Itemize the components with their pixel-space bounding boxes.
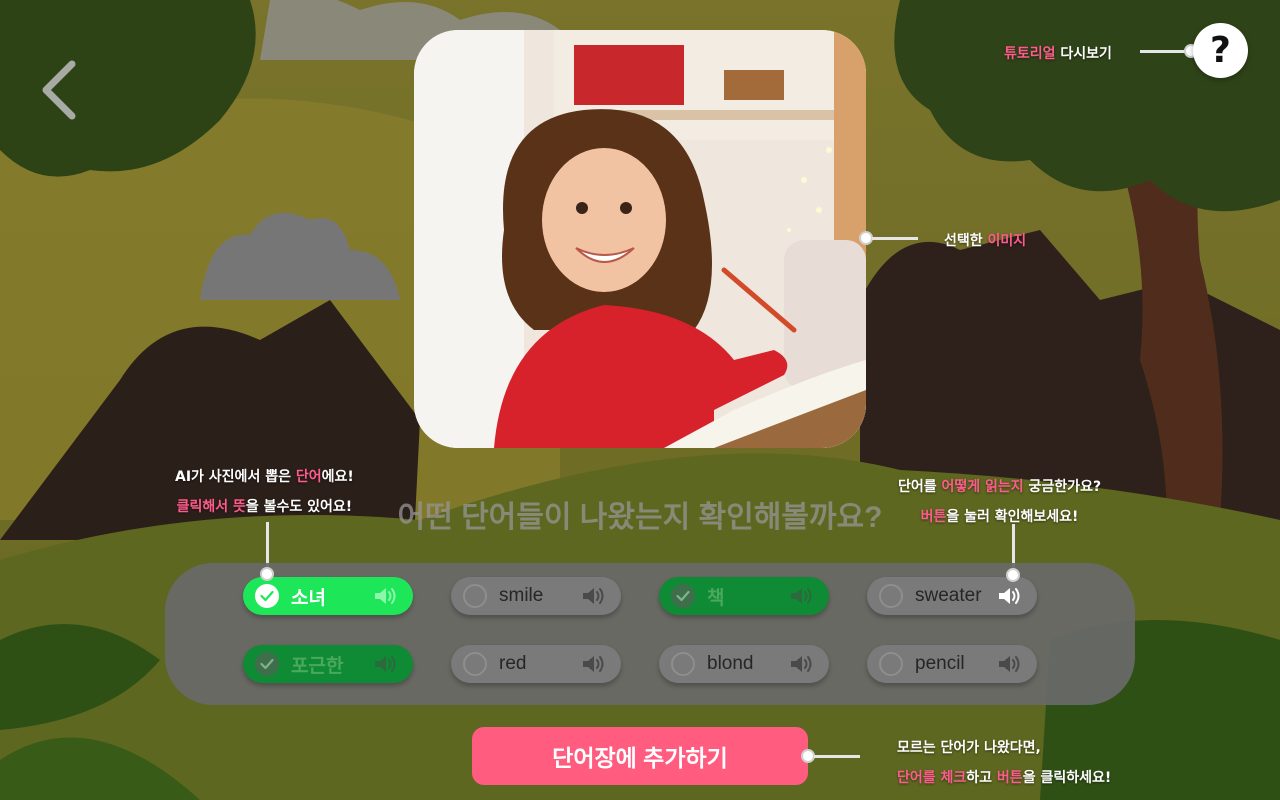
word-chip[interactable]: 소녀: [243, 577, 413, 615]
checkbox-icon[interactable]: [879, 652, 903, 676]
image-callout-pink: 이미지: [987, 233, 1027, 249]
ai-callout-text: AI가 사진에서 뽑은: [175, 469, 296, 485]
add-callout-text: 하고: [966, 770, 997, 786]
word-chip[interactable]: 포근한: [243, 645, 413, 683]
add-connector-dot: [801, 749, 815, 763]
word-label: 소녀: [291, 587, 326, 609]
question-mark-icon: ?: [1210, 29, 1231, 71]
word-label: 포근한: [291, 655, 344, 677]
add-callout-line1: 모르는 단어가 나왔다면,: [897, 740, 1041, 756]
speaker-icon[interactable]: [997, 585, 1023, 607]
speaker-icon[interactable]: [789, 585, 815, 607]
checkbox-icon[interactable]: [879, 584, 903, 608]
word-chip[interactable]: sweater: [867, 577, 1037, 615]
word-label: blond: [707, 653, 754, 674]
image-connector: [872, 237, 918, 240]
add-to-wordbook-button[interactable]: 단어장에 추가하기: [472, 727, 808, 785]
speaker-icon[interactable]: [581, 653, 607, 675]
checkbox-icon[interactable]: [463, 584, 487, 608]
speaker-icon[interactable]: [581, 585, 607, 607]
speaker-icon[interactable]: [373, 653, 399, 675]
speaker-icon[interactable]: [789, 653, 815, 675]
speaker-icon[interactable]: [373, 585, 399, 607]
add-callout: 모르는 단어가 나왔다면, 단어를 체크하고 버튼을 클릭하세요!: [897, 733, 1111, 793]
help-callout-label: 튜토리얼 다시보기: [1004, 43, 1112, 63]
question-heading: 어떤 단어들이 나왔는지 확인해볼까요?: [397, 501, 883, 534]
ai-connector-dot: [260, 567, 274, 581]
add-callout-text: 단어를 체크: [897, 770, 967, 786]
word-chip[interactable]: smile: [451, 577, 621, 615]
checkbox-icon[interactable]: [671, 652, 695, 676]
word-label: red: [499, 653, 527, 674]
help-label-white: 다시보기: [1055, 46, 1112, 62]
add-callout-text: 을 클릭하세요!: [1022, 770, 1112, 786]
image-connector-dot: [859, 231, 873, 245]
speaker-icon[interactable]: [997, 653, 1023, 675]
checkbox-icon[interactable]: [255, 584, 279, 608]
word-label: 책: [707, 587, 725, 609]
image-callout-white: 선택한: [944, 233, 988, 249]
tutorial-help-button[interactable]: ?: [1193, 23, 1248, 78]
image-callout-label: 선택한 이미지: [944, 230, 1026, 250]
word-chip[interactable]: pencil: [867, 645, 1037, 683]
pron-connector-dot: [1006, 568, 1020, 582]
ai-callout-text: 에요!: [321, 469, 354, 485]
checkbox-icon[interactable]: [255, 652, 279, 676]
ai-callout-text: 단어: [295, 469, 322, 485]
add-connector: [814, 755, 860, 758]
selected-image: [414, 30, 866, 448]
help-connector: [1140, 50, 1190, 53]
word-label: smile: [499, 585, 544, 606]
checkbox-icon[interactable]: [463, 652, 487, 676]
checkbox-icon[interactable]: [671, 584, 695, 608]
word-chip[interactable]: blond: [659, 645, 829, 683]
ai-callout-line1: AI가 사진에서 뽑은 단어에요!: [175, 462, 354, 492]
add-callout-text: 버튼: [996, 770, 1023, 786]
word-chip[interactable]: 책: [659, 577, 829, 615]
word-label: sweater: [915, 585, 982, 606]
word-chip[interactable]: red: [451, 645, 621, 683]
word-label: pencil: [915, 653, 965, 674]
add-callout-line2: 단어를 체크하고 버튼을 클릭하세요!: [897, 763, 1111, 793]
back-chevron-icon[interactable]: [36, 58, 84, 122]
help-label-pink: 튜토리얼: [1004, 46, 1056, 62]
